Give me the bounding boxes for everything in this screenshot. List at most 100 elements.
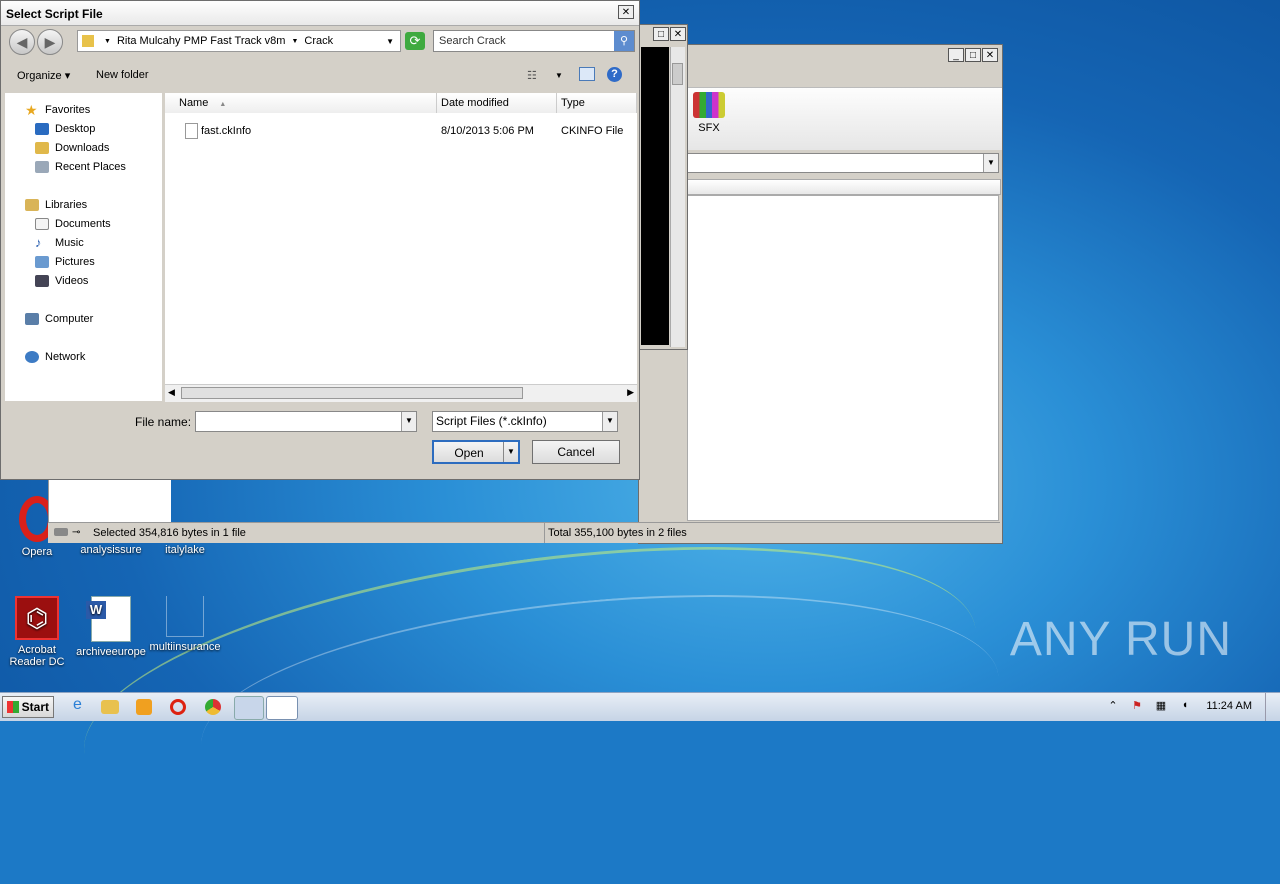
chevron-down-icon[interactable]: ▼ <box>401 412 416 431</box>
view-menu-icon[interactable]: ☷ <box>527 69 537 82</box>
open-button[interactable]: Open ▼ <box>432 440 520 464</box>
opera-icon[interactable] <box>170 699 186 715</box>
console-taskbar-icon[interactable] <box>266 696 298 720</box>
file-row[interactable]: fast.ckInfo 8/10/2013 5:06 PM CKINFO Fil… <box>165 121 637 141</box>
file-type-filter[interactable]: Script Files (*.ckInfo) ▼ <box>432 411 618 432</box>
scroll-left-icon[interactable]: ◀ <box>168 387 175 398</box>
sort-up-icon: ▲ <box>219 101 227 108</box>
preview-pane-icon[interactable] <box>579 67 595 81</box>
chevron-down-icon[interactable]: ▼ <box>104 38 111 45</box>
winrar-window[interactable]: _ □ ✕ SFX ▼ <box>638 44 1003 544</box>
file-list[interactable]: Name ▲ Date modified Type fast.ckInfo 8/… <box>165 93 637 401</box>
nav-network[interactable]: Network <box>25 348 85 366</box>
chevron-down-icon[interactable]: ▼ <box>983 154 998 172</box>
chevron-down-icon[interactable]: ▼ <box>602 412 617 431</box>
nav-pictures[interactable]: Pictures <box>35 253 95 271</box>
show-desktop-button[interactable] <box>1265 693 1280 721</box>
nav-label: Music <box>55 237 84 249</box>
status-selected: Selected 354,816 bytes in 1 file <box>93 527 246 539</box>
nav-recent-places[interactable]: Recent Places <box>35 158 126 176</box>
nav-label: Libraries <box>45 199 88 211</box>
media-player-icon[interactable] <box>136 699 152 715</box>
drive-icon <box>54 528 68 536</box>
chevron-down-icon[interactable]: ▼ <box>555 71 563 80</box>
nav-label: Network <box>45 351 86 363</box>
chrome-icon[interactable] <box>205 699 221 715</box>
refresh-icon[interactable]: ⟳ <box>405 32 425 50</box>
desktop-icon-italylake[interactable]: italylake <box>148 544 222 556</box>
recent-places-icon <box>35 161 49 173</box>
help-icon[interactable]: ? <box>607 67 622 82</box>
nav-label: Documents <box>55 218 111 230</box>
cancel-button[interactable]: Cancel <box>532 440 620 464</box>
start-button[interactable]: Start <box>2 696 54 718</box>
breadcrumb-item[interactable]: Rita Mulcahy PMP Fast Track v8m <box>117 35 286 47</box>
column-header-type[interactable]: Type <box>557 93 637 113</box>
explorer-icon[interactable] <box>101 700 119 714</box>
column-header-date[interactable]: Date modified <box>437 93 557 113</box>
network-tray-icon[interactable]: ▦ <box>1154 699 1168 713</box>
desktop-icon-analysissure[interactable]: analysissure <box>74 544 148 556</box>
search-input[interactable]: Search Crack ⚲ <box>433 30 635 52</box>
nav-downloads[interactable]: Downloads <box>35 139 109 157</box>
winrar-taskbar-icon[interactable] <box>234 696 264 720</box>
desktop-icon-label: archiveeurope <box>76 646 146 658</box>
close-button[interactable]: ✕ <box>982 48 998 62</box>
desktop-icon-archiveeurope[interactable]: W archiveeurope <box>74 596 148 658</box>
file-list-visible-part <box>48 480 171 522</box>
tray-expand-icon[interactable]: ⌃ <box>1106 699 1120 713</box>
clock[interactable]: 11:24 AM <box>1206 700 1252 712</box>
search-icon[interactable]: ⚲ <box>614 31 634 51</box>
file-list[interactable] <box>687 195 999 521</box>
scroll-thumb[interactable] <box>181 387 523 399</box>
file-type: CKINFO File <box>561 125 624 137</box>
nav-label: Computer <box>45 313 94 325</box>
star-icon: ★ <box>25 102 38 118</box>
nav-music[interactable]: ♪ Music <box>35 234 84 252</box>
close-button[interactable]: ✕ <box>670 27 686 41</box>
nav-videos[interactable]: Videos <box>35 272 88 290</box>
minimize-button[interactable]: _ <box>948 48 964 62</box>
back-button[interactable]: ◀ <box>9 29 35 55</box>
breadcrumb-item[interactable]: Crack <box>304 35 333 47</box>
volume-icon[interactable]: ◖ <box>1178 699 1192 713</box>
pictures-icon <box>35 256 49 268</box>
sfx-icon <box>693 92 725 118</box>
menu-bar <box>639 65 1002 87</box>
close-button[interactable]: ✕ <box>618 5 634 19</box>
chevron-down-icon[interactable]: ▼ <box>291 38 298 45</box>
new-folder-button[interactable]: New folder <box>96 69 149 81</box>
scrollbar[interactable] <box>670 47 685 347</box>
console-window[interactable]: □ ✕ <box>636 24 688 350</box>
sfx-button[interactable]: SFX <box>691 92 727 134</box>
forward-button[interactable]: ▶ <box>37 29 63 55</box>
nav-documents[interactable]: Documents <box>35 215 111 233</box>
nav-label: Videos <box>55 275 89 287</box>
file-name-input[interactable]: ▼ <box>195 411 417 432</box>
nav-computer[interactable]: Computer <box>25 310 93 328</box>
desktop-icon-multiinsurance[interactable]: multiinsurance <box>148 596 222 653</box>
action-center-icon[interactable]: ⚑ <box>1130 699 1144 713</box>
downloads-folder-icon <box>35 142 49 154</box>
scroll-right-icon[interactable]: ▶ <box>627 387 634 398</box>
desktop-icon-acrobat[interactable]: ⌬ Acrobat Reader DC <box>0 596 74 668</box>
path-combobox[interactable]: ▼ <box>687 153 999 173</box>
nav-libraries[interactable]: Libraries <box>25 196 87 214</box>
ie-icon[interactable]: e <box>68 696 92 718</box>
column-header-name[interactable]: Name ▲ <box>165 93 437 113</box>
scroll-thumb[interactable] <box>672 63 683 85</box>
horizontal-scrollbar[interactable]: ◀ ▶ <box>165 384 637 402</box>
nav-desktop[interactable]: Desktop <box>35 120 95 138</box>
chevron-down-icon[interactable]: ▼ <box>386 37 394 46</box>
nav-favorites[interactable]: ★ Favorites <box>25 101 90 119</box>
dialog-title: Select Script File <box>6 7 103 21</box>
organize-button[interactable]: Organize ▾ <box>17 69 70 82</box>
console-output <box>641 47 669 345</box>
maximize-button[interactable]: □ <box>965 48 981 62</box>
list-header <box>687 179 1001 195</box>
chevron-down-icon[interactable]: ▼ <box>503 442 518 462</box>
libraries-icon <box>25 199 39 211</box>
maximize-button[interactable]: □ <box>653 27 669 41</box>
select-script-dialog[interactable]: Select Script File ✕ ◀ ▶ ▼ Rita Mulcahy … <box>0 0 640 480</box>
address-bar[interactable]: ▼ Rita Mulcahy PMP Fast Track v8m ▼ Crac… <box>77 30 401 52</box>
